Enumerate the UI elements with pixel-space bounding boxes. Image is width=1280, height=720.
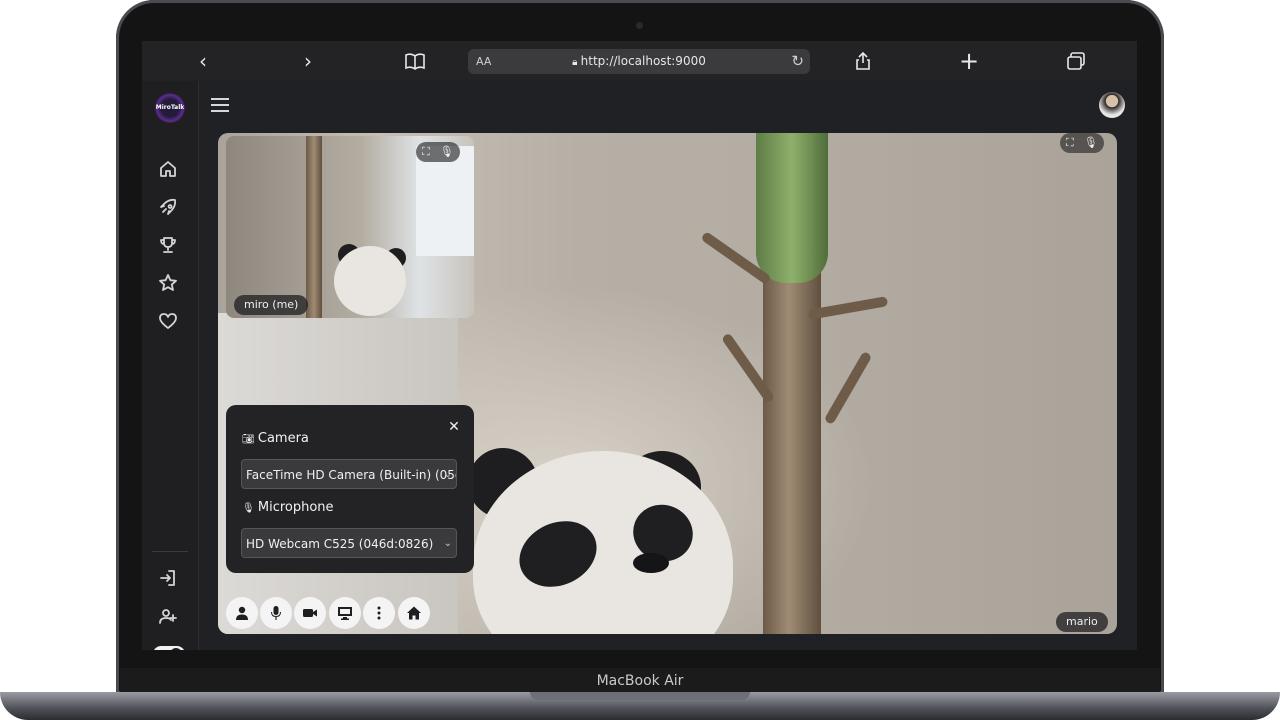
app-header bbox=[199, 81, 1137, 131]
video-camera-icon bbox=[303, 609, 317, 617]
home-button[interactable] bbox=[398, 597, 430, 629]
reload-icon[interactable]: ↻ bbox=[791, 49, 804, 74]
theme-toggle[interactable] bbox=[153, 646, 185, 650]
video-window bbox=[416, 146, 474, 256]
more-options-button[interactable] bbox=[363, 597, 395, 629]
rocket-icon[interactable] bbox=[158, 197, 182, 221]
home-icon[interactable] bbox=[158, 159, 182, 183]
url-text: http://localhost:9000 bbox=[580, 54, 706, 68]
video-plant-top bbox=[756, 133, 828, 283]
forward-icon[interactable]: › bbox=[293, 41, 323, 81]
remote-name-label: mario bbox=[1056, 612, 1108, 632]
remote-video: ⛶ 🎙︎ mario ⛶ 🎙︎ miro (me) ✕ 📷︎ Camera Fa… bbox=[218, 133, 1117, 634]
lock-icon: 🔒︎ bbox=[572, 57, 581, 68]
screen-share-icon bbox=[338, 607, 352, 620]
camera-button[interactable] bbox=[294, 597, 326, 629]
sidebar: MiroTalk bbox=[142, 81, 199, 650]
home-icon bbox=[407, 606, 421, 620]
tabs-icon[interactable] bbox=[1066, 52, 1086, 70]
panda-nose bbox=[633, 553, 669, 573]
microphone-button[interactable] bbox=[260, 597, 292, 629]
video-leaf bbox=[823, 350, 873, 426]
heart-icon[interactable] bbox=[158, 311, 182, 335]
sign-in-icon[interactable] bbox=[158, 568, 182, 592]
microphone-icon[interactable]: 🎙︎ bbox=[440, 142, 454, 162]
laptop-notch bbox=[530, 692, 750, 700]
menu-icon[interactable] bbox=[211, 98, 229, 112]
microphone-title: Microphone bbox=[257, 500, 334, 515]
back-icon[interactable]: ‹ bbox=[188, 41, 218, 81]
browser-toolbar: ‹ › AA 🔒︎ http://localhost:9000 ↻ + bbox=[142, 41, 1137, 81]
panda-head bbox=[334, 246, 406, 316]
screen: ‹ › AA 🔒︎ http://localhost:9000 ↻ + Miro… bbox=[142, 41, 1137, 650]
local-video[interactable]: ⛶ 🎙︎ miro (me) bbox=[226, 136, 474, 318]
sidebar-divider bbox=[152, 551, 188, 552]
user-button[interactable] bbox=[226, 597, 258, 629]
add-user-icon[interactable] bbox=[158, 606, 182, 630]
avatar[interactable] bbox=[1099, 92, 1125, 118]
microphone-icon[interactable]: 🎙︎ bbox=[1084, 133, 1098, 153]
bookmarks-icon[interactable] bbox=[404, 52, 426, 70]
share-icon[interactable] bbox=[854, 51, 872, 71]
fullscreen-icon[interactable]: ⛶ bbox=[1066, 133, 1074, 153]
mirotalk-logo[interactable]: MiroTalk bbox=[154, 93, 186, 123]
microphone-select[interactable]: HD Webcam C525 (046d:0826) ⌄ bbox=[241, 528, 457, 558]
trophy-icon[interactable] bbox=[158, 235, 182, 259]
microphone-icon bbox=[271, 606, 281, 620]
local-video-controls: ⛶ 🎙︎ bbox=[416, 142, 460, 162]
fullscreen-icon[interactable]: ⛶ bbox=[422, 142, 430, 162]
device-label: MacBook Air bbox=[596, 673, 684, 689]
address-bar[interactable]: AA 🔒︎ http://localhost:9000 ↻ bbox=[468, 49, 810, 74]
local-name-label: miro (me) bbox=[234, 295, 309, 315]
camera-select-value: FaceTime HD Camera (Built-in) (05c bbox=[246, 468, 457, 482]
microphone-icon: 🎙︎ bbox=[242, 503, 258, 514]
more-options-icon bbox=[377, 606, 381, 620]
user-icon bbox=[236, 606, 248, 620]
webcam-dot bbox=[636, 22, 643, 29]
camera-icon: 📷︎ bbox=[242, 434, 258, 445]
device-settings-panel: ✕ 📷︎ Camera FaceTime HD Camera (Built-in… bbox=[226, 405, 474, 573]
star-icon[interactable] bbox=[158, 273, 182, 297]
remote-video-controls: ⛶ 🎙︎ bbox=[1060, 133, 1104, 153]
microphone-select-value: HD Webcam C525 (046d:0826) bbox=[246, 537, 434, 551]
video-plant bbox=[306, 136, 322, 318]
screen-share-button[interactable] bbox=[329, 597, 361, 629]
camera-select[interactable]: FaceTime HD Camera (Built-in) (05c ⌄ bbox=[241, 459, 457, 489]
toggle-knob bbox=[170, 648, 182, 650]
chevron-down-icon: ⌄ bbox=[443, 538, 452, 549]
camera-title: Camera bbox=[257, 431, 309, 446]
new-tab-icon[interactable]: + bbox=[954, 41, 984, 81]
chevron-down-icon: ⌄ bbox=[443, 469, 452, 480]
close-icon[interactable]: ✕ bbox=[446, 419, 462, 435]
